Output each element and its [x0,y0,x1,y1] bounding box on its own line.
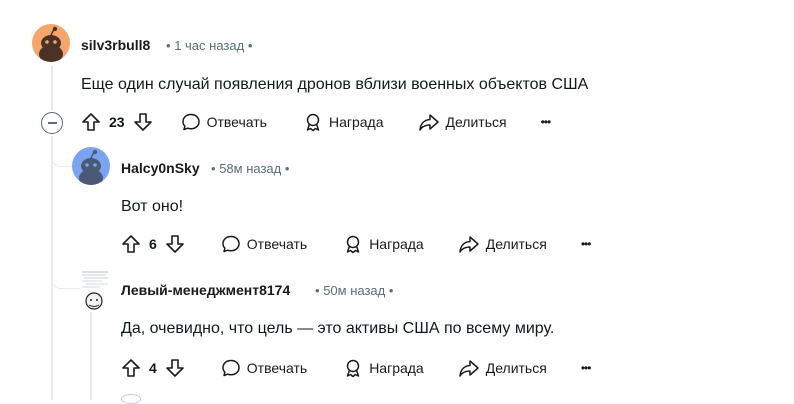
comment-bubble-icon [222,359,240,377]
reply-label: Отвечать [246,360,308,376]
comment-time: • 1 час назад • [166,38,252,53]
upvote-icon[interactable] [121,358,141,378]
user-avatar-icon [82,271,108,310]
upvote-icon[interactable] [121,234,141,254]
collapse-icon [47,122,57,124]
meta-dot: • [284,161,290,176]
share-button[interactable]: Делиться [418,112,507,132]
timestamp: 58м назад [219,161,282,176]
vote-group: 4 [121,358,185,378]
share-icon [418,114,439,131]
reply-label: Отвечать [206,114,267,130]
vote-group: 23 [81,112,153,132]
comment-username[interactable]: silv3rbull8 [81,37,150,53]
comment-username[interactable]: Halcy0nSky [121,160,200,176]
thread-line-child [90,312,92,400]
vote-count: 4 [149,360,157,376]
downvote-icon[interactable] [165,234,185,254]
comment-actions: 6 Отвечать Награда Делиться ••• [121,232,592,256]
award-label: Награда [369,360,424,376]
share-label: Делиться [485,360,547,376]
thread-line-root-lower [51,136,53,400]
vote-count: 6 [149,236,157,252]
thread-branch-1 [51,150,72,167]
timestamp: 1 час назад [174,38,245,53]
award-button[interactable]: Награда [343,358,424,378]
share-button[interactable]: Делиться [458,358,547,378]
comment-time: • 58м назад • [211,161,289,176]
vote-count: 23 [109,114,125,130]
avatar[interactable] [72,147,110,185]
reply-button[interactable]: Отвечать [221,234,307,254]
more-options-button[interactable]: ••• [580,361,592,375]
next-reply-partial [121,394,141,404]
downvote-icon[interactable] [165,358,185,378]
upvote-icon[interactable] [81,112,101,132]
comment-bubble-icon [181,113,200,131]
comment-text: Еще один случай появления дронов вблизи … [81,76,589,93]
award-icon [346,359,360,378]
award-label: Награда [328,114,384,130]
share-label: Делиться [445,114,507,130]
comment-actions: 23 Отвечать Награда Делиться ••• [81,110,552,134]
more-options-button[interactable]: ••• [540,115,552,129]
share-label: Делиться [485,236,547,252]
timestamp: 50м назад [323,283,386,298]
vote-group: 6 [121,234,185,254]
avatar[interactable] [80,270,110,310]
collapse-button[interactable] [41,112,63,134]
reply-button[interactable]: Отвечать [221,358,307,378]
more-options-button[interactable]: ••• [580,237,592,251]
comment-text: Вот оно! [121,198,184,215]
meta-dot: • [211,161,216,176]
thread-branch-2 [51,270,80,289]
comment-time: • 50м назад • [315,283,393,298]
more-icon: ••• [540,115,552,129]
comment-bubble-icon [222,235,240,253]
award-button[interactable]: Награда [343,234,424,254]
reply-label: Отвечать [246,236,308,252]
thread-line-root [51,66,53,110]
meta-dot: • [166,38,171,53]
share-button[interactable]: Делиться [458,234,547,254]
avatar[interactable] [32,24,70,62]
meta-dot: • [315,283,320,298]
award-icon [346,235,360,254]
more-icon: ••• [580,361,592,375]
award-label: Награда [369,236,424,252]
award-icon [306,113,320,132]
snoo-avatar-icon [79,149,103,185]
meta-dot: • [388,283,394,298]
snoo-avatar-icon [39,26,63,62]
award-button[interactable]: Награда [303,112,384,132]
comment-actions: 4 Отвечать Награда Делиться ••• [121,356,592,380]
reply-button[interactable]: Отвечать [181,112,267,132]
comment-username[interactable]: Левый-менеджмент8174 [121,282,290,298]
comment-text: Да, очевидно, что цель — это активы США … [121,320,555,337]
more-icon: ••• [580,237,592,251]
share-icon [458,360,479,377]
downvote-icon[interactable] [133,112,153,132]
meta-dot: • [247,38,253,53]
share-icon [458,236,479,253]
